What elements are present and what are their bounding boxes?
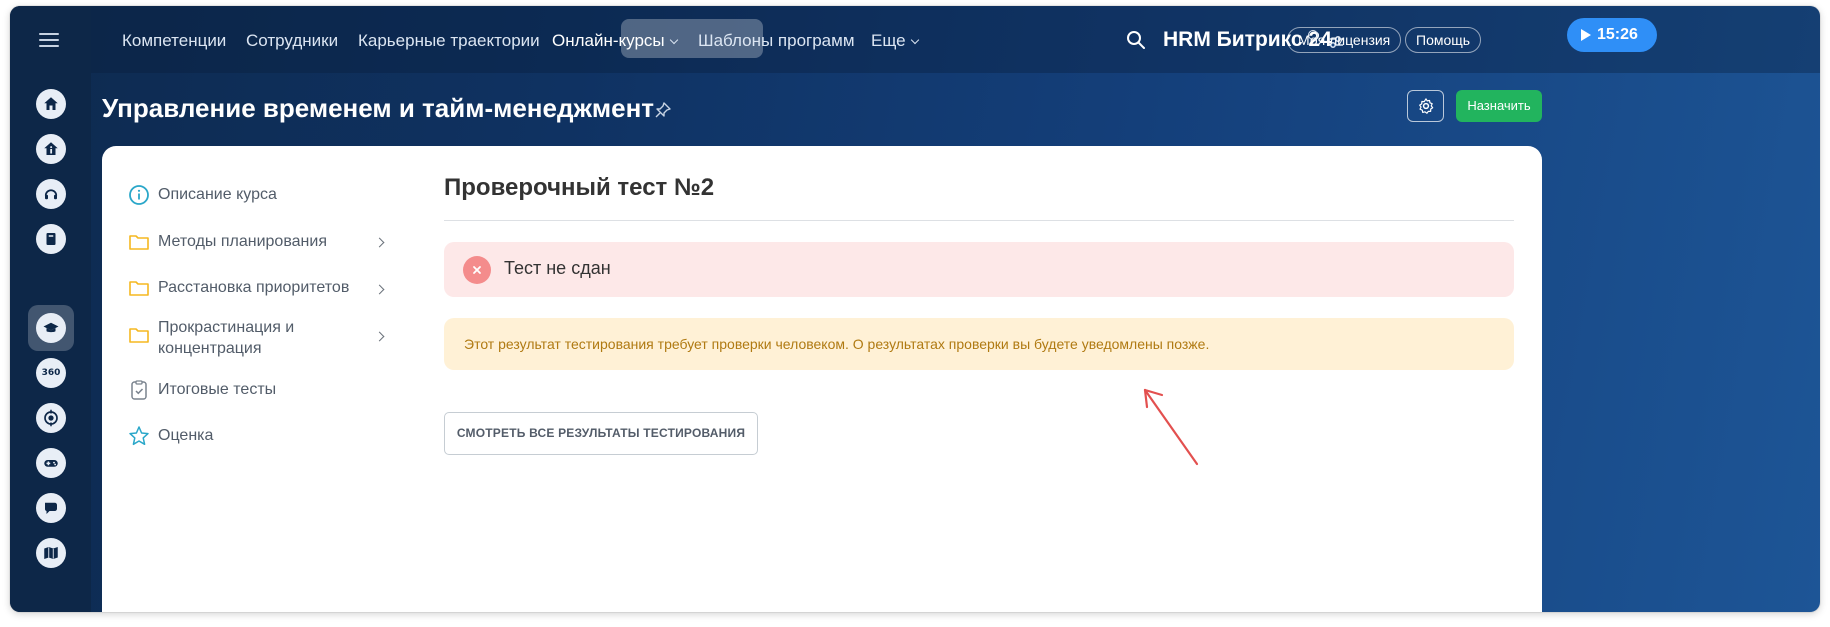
chevron-down-icon — [669, 35, 678, 45]
menu-burger-icon[interactable] — [39, 32, 59, 48]
test-icon — [131, 380, 147, 400]
book-icon[interactable] — [36, 224, 66, 254]
view-all-results-button[interactable]: СМОТРЕТЬ ВСЕ РЕЗУЛЬТАТЫ ТЕСТИРОВАНИЯ — [444, 412, 758, 455]
nav-item-label: Компетенции — [122, 31, 227, 50]
gear-icon — [1418, 98, 1433, 114]
notice-text: Этот результат тестирования требует пров… — [464, 336, 1210, 352]
close-circle-icon — [463, 256, 491, 284]
nav-item-employees[interactable]: Сотрудники — [246, 31, 338, 51]
menu-item-label: Расстановка приоритетов — [158, 279, 350, 296]
pin-icon[interactable] — [654, 101, 672, 119]
app-window: 360 Компетенции Сотрудники Карьерные тра… — [10, 6, 1820, 612]
menu-item-procrastination[interactable]: Прокрастинация и концентрация — [128, 317, 388, 361]
support-icon[interactable] — [36, 179, 66, 209]
test-title: Проверочный тест №2 — [444, 174, 715, 201]
graduation-cap-icon[interactable] — [36, 313, 66, 343]
nav-item-label: Сотрудники — [246, 31, 339, 50]
settings-button[interactable] — [1407, 90, 1444, 122]
menu-item-prioritization[interactable]: Расстановка приоритетов — [128, 277, 349, 301]
annotation-arrow-icon — [1143, 388, 1199, 466]
title-divider — [444, 220, 1514, 221]
nav-item-competencies[interactable]: Компетенции — [122, 31, 226, 51]
chevron-right-icon[interactable] — [374, 284, 385, 295]
info-circle-icon — [129, 185, 149, 205]
menu-item-label: Итоговые тесты — [158, 381, 277, 398]
folder-icon — [129, 281, 149, 296]
menu-item-planning-methods[interactable]: Методы планирования — [128, 231, 327, 255]
left-sidebar: 360 — [10, 6, 91, 612]
nav-item-more[interactable]: Еще — [871, 31, 919, 51]
manual-review-notice: Этот результат тестирования требует пров… — [444, 318, 1514, 370]
top-bar: Компетенции Сотрудники Карьерные траекто… — [91, 6, 1820, 73]
worktime-button[interactable]: 15:26 — [1567, 18, 1657, 52]
menu-item-label: Оценка — [158, 427, 214, 444]
nav-item-program-templates[interactable]: Шаблоны программ — [698, 31, 855, 51]
star-icon — [129, 426, 149, 446]
menu-item-final-tests[interactable]: Итоговые тесты — [128, 379, 276, 403]
menu-item-label: Описание курса — [158, 186, 277, 203]
menu-item-label: Прокрастинация и концентрация — [158, 319, 295, 357]
home-icon[interactable] — [36, 89, 66, 119]
menu-item-course-description[interactable]: Описание курса — [128, 184, 277, 208]
nav-item-online-courses[interactable]: Онлайн-курсы — [552, 31, 678, 51]
map-icon[interactable] — [36, 538, 66, 568]
nav-item-label: Онлайн-курсы — [552, 31, 665, 50]
menu-item-rating[interactable]: Оценка — [128, 425, 213, 449]
page-title: Управление временем и тайм-менеджмент — [102, 93, 655, 123]
nav-item-label: Еще — [871, 31, 906, 50]
my-license-button[interactable]: Моя лицензия — [1287, 27, 1402, 53]
nav-item-label: Карьерные траектории — [358, 31, 540, 50]
menu-item-label: Методы планирования — [158, 233, 327, 250]
rating-360-icon[interactable]: 360 — [36, 358, 66, 388]
worktime-value: 15:26 — [1597, 26, 1638, 43]
chevron-right-icon[interactable] — [374, 237, 385, 248]
play-icon — [1581, 29, 1591, 41]
nav-item-label: Шаблоны программ — [698, 31, 855, 50]
assign-button[interactable]: Назначить — [1456, 90, 1542, 122]
help-button[interactable]: Помощь — [1405, 27, 1482, 53]
test-status-text: Тест не сдан — [504, 258, 611, 278]
test-failed-alert: Тест не сдан — [444, 242, 1514, 297]
search-icon[interactable] — [1126, 30, 1146, 50]
chat-icon[interactable] — [36, 493, 66, 523]
course-content-card: Описание курса Методы планирования Расст… — [102, 146, 1542, 612]
nav-item-career-paths[interactable]: Карьерные траектории — [358, 31, 540, 51]
info-icon[interactable] — [36, 134, 66, 164]
chevron-down-icon — [910, 35, 919, 45]
target-icon[interactable] — [36, 403, 66, 433]
folder-icon — [129, 235, 149, 250]
folder-icon — [129, 328, 149, 343]
gamepad-icon[interactable] — [36, 448, 66, 478]
